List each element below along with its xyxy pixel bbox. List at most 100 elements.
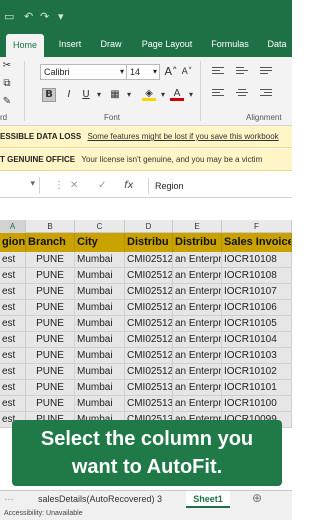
cell-city[interactable]: Mumbai xyxy=(75,396,125,412)
font-color-icon[interactable]: A xyxy=(170,87,184,101)
cell-distributor-code[interactable]: CMI025127 xyxy=(125,284,173,300)
cell-region[interactable]: est xyxy=(0,300,26,316)
cell-region[interactable]: est xyxy=(0,380,26,396)
cell-distributor-name[interactable]: an Enterpr xyxy=(173,364,222,380)
cell-region[interactable]: est xyxy=(0,396,26,412)
cell-distributor-code[interactable]: CMI025127 xyxy=(125,364,173,380)
cell-branch[interactable]: PUNE xyxy=(26,332,75,348)
accessibility-status[interactable]: Accessibility: Unavailable xyxy=(4,510,83,517)
cell-region[interactable]: est xyxy=(0,332,26,348)
cell-city[interactable]: Mumbai xyxy=(75,348,125,364)
cell-distributor-name[interactable]: an Enterpr xyxy=(173,300,222,316)
align-center-icon[interactable] xyxy=(236,89,248,99)
copy-icon[interactable]: ⧉ xyxy=(0,77,14,91)
cell-city[interactable]: Mumbai xyxy=(75,380,125,396)
align-top-icon[interactable] xyxy=(212,67,224,77)
column-header-d[interactable]: D xyxy=(125,220,173,233)
cell-city[interactable]: Mumbai xyxy=(75,252,125,268)
align-left-icon[interactable] xyxy=(212,89,224,99)
cell-distributor-name[interactable]: an Enterpr xyxy=(173,348,222,364)
redo-icon[interactable]: ↷ xyxy=(40,10,49,23)
formula-input[interactable]: Region xyxy=(148,178,292,194)
column-header-a[interactable]: A xyxy=(0,220,26,233)
cell-distributor-code[interactable]: CMI025127 xyxy=(125,316,173,332)
underline-button[interactable]: U xyxy=(79,88,93,102)
cell-distributor-code[interactable]: CMI025130 xyxy=(125,380,173,396)
cell-sales-invoice[interactable]: IOCR10104 xyxy=(222,332,292,348)
column-header-f[interactable]: F xyxy=(222,220,292,233)
cell-city[interactable]: Mumbai xyxy=(75,268,125,284)
cell-distributor-name[interactable]: an Enterpr xyxy=(173,380,222,396)
cell-distributor-code[interactable]: CMI025127 xyxy=(125,252,173,268)
header-cell-distributor-code[interactable]: Distribu xyxy=(125,233,173,252)
cell-region[interactable]: est xyxy=(0,316,26,332)
shrink-font-icon[interactable]: A˅ xyxy=(180,65,194,79)
align-middle-icon[interactable] xyxy=(236,67,248,77)
cell-branch[interactable]: PUNE xyxy=(26,380,75,396)
column-header-b[interactable]: B xyxy=(26,220,75,233)
chevron-down-icon[interactable]: ▾ xyxy=(122,88,136,102)
cell-distributor-code[interactable]: CMI025127 xyxy=(125,300,173,316)
font-size-select[interactable]: 14 ▾ xyxy=(126,64,160,80)
cell-region[interactable]: est xyxy=(0,364,26,380)
cell-distributor-code[interactable]: CMI025130 xyxy=(125,396,173,412)
name-box[interactable]: ▾ xyxy=(0,177,40,194)
tab-page-layout[interactable]: Page Layout xyxy=(135,33,199,57)
chevron-down-icon[interactable]: ▾ xyxy=(184,88,198,102)
cell-region[interactable]: est xyxy=(0,284,26,300)
cell-sales-invoice[interactable]: IOCR10101 xyxy=(222,380,292,396)
chevron-down-icon[interactable]: ▾ xyxy=(92,88,106,102)
cell-branch[interactable]: PUNE xyxy=(26,268,75,284)
grow-font-icon[interactable]: A˄ xyxy=(164,65,178,79)
cell-region[interactable]: est xyxy=(0,252,26,268)
sheet-tab-sales-details[interactable]: salesDetails(AutoRecovered) 3 xyxy=(20,491,180,508)
header-cell-branch[interactable]: Branch xyxy=(26,233,75,252)
cell-distributor-code[interactable]: CMI025127 xyxy=(125,332,173,348)
more-icon[interactable]: ⋮ xyxy=(54,180,64,191)
format-painter-icon[interactable]: ✎ xyxy=(0,95,14,109)
font-name-select[interactable]: Calibri ▾ xyxy=(40,64,127,80)
tab-insert[interactable]: Insert xyxy=(52,33,88,57)
cell-distributor-name[interactable]: an Enterpr xyxy=(173,396,222,412)
cell-city[interactable]: Mumbai xyxy=(75,284,125,300)
cell-sales-invoice[interactable]: IOCR10103 xyxy=(222,348,292,364)
cell-city[interactable]: Mumbai xyxy=(75,364,125,380)
cell-sales-invoice[interactable]: IOCR10105 xyxy=(222,316,292,332)
tab-formulas[interactable]: Formulas xyxy=(206,33,254,57)
tab-home[interactable]: Home xyxy=(6,34,44,57)
cell-distributor-name[interactable]: an Enterpr xyxy=(173,332,222,348)
tab-draw[interactable]: Draw xyxy=(95,33,127,57)
borders-icon[interactable]: ▦ xyxy=(108,88,122,102)
cell-sales-invoice[interactable]: IOCR10106 xyxy=(222,300,292,316)
cell-branch[interactable]: PUNE xyxy=(26,364,75,380)
cell-sales-invoice[interactable]: IOCR10102 xyxy=(222,364,292,380)
chevron-down-icon[interactable]: ▾ xyxy=(58,10,64,23)
cell-distributor-code[interactable]: CMI025127 xyxy=(125,348,173,364)
cell-city[interactable]: Mumbai xyxy=(75,300,125,316)
cell-region[interactable]: est xyxy=(0,268,26,284)
header-cell-city[interactable]: City xyxy=(75,233,125,252)
bold-button[interactable]: B xyxy=(42,88,56,102)
enter-icon[interactable]: ✓ xyxy=(98,180,106,191)
add-sheet-icon[interactable]: ⊕ xyxy=(252,491,262,505)
cell-branch[interactable]: PUNE xyxy=(26,396,75,412)
fill-color-icon[interactable]: ◈ xyxy=(142,87,156,101)
cell-distributor-name[interactable]: an Enterpr xyxy=(173,284,222,300)
ellipsis-icon[interactable]: … xyxy=(4,492,14,503)
cell-sales-invoice[interactable]: IOCR10100 xyxy=(222,396,292,412)
column-header-c[interactable]: C xyxy=(75,220,125,233)
cancel-icon[interactable]: ✕ xyxy=(70,180,78,191)
cell-branch[interactable]: PUNE xyxy=(26,284,75,300)
cell-branch[interactable]: PUNE xyxy=(26,300,75,316)
sheet-tab-sheet1[interactable]: Sheet1 xyxy=(186,491,230,508)
cell-distributor-name[interactable]: an Enterpr xyxy=(173,252,222,268)
cell-distributor-name[interactable]: an Enterpr xyxy=(173,316,222,332)
cut-icon[interactable]: ✂ xyxy=(0,59,14,73)
tab-data[interactable]: Data xyxy=(262,33,292,57)
data-loss-message[interactable]: Some features might be lost if you save … xyxy=(87,132,278,141)
cell-distributor-code[interactable]: CMI025127 xyxy=(125,268,173,284)
header-cell-region[interactable]: gion xyxy=(0,233,26,252)
header-cell-sales-invoice[interactable]: Sales Invoice xyxy=(222,233,292,252)
cell-region[interactable]: est xyxy=(0,348,26,364)
cell-branch[interactable]: PUNE xyxy=(26,252,75,268)
